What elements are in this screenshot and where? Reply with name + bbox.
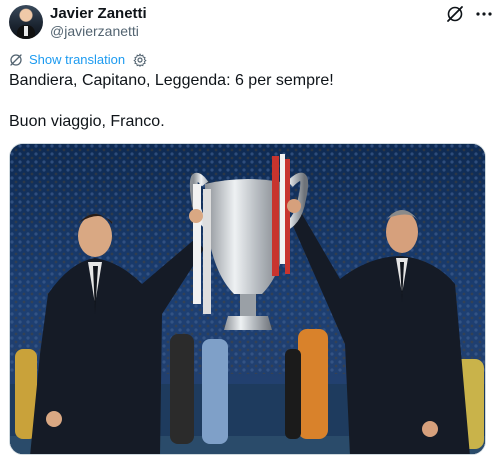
author-handle[interactable]: @javierzanetti xyxy=(50,23,139,39)
author-name[interactable]: Javier Zanetti xyxy=(50,5,147,22)
avatar[interactable] xyxy=(9,5,43,39)
grok-icon[interactable] xyxy=(445,4,465,24)
globe-icon xyxy=(10,53,22,66)
show-translation-link[interactable]: Show translation xyxy=(29,52,125,67)
translate-row: Show translation xyxy=(9,52,147,67)
tweet-text-line2: Buon viaggio, Franco. xyxy=(9,113,165,130)
more-icon[interactable] xyxy=(475,6,493,22)
tweet-photo[interactable] xyxy=(9,143,486,455)
photo-scene xyxy=(10,144,485,454)
tweet-text-line1: Bandiera, Capitano, Leggenda: 6 per semp… xyxy=(9,72,334,89)
gear-icon[interactable] xyxy=(133,52,147,67)
